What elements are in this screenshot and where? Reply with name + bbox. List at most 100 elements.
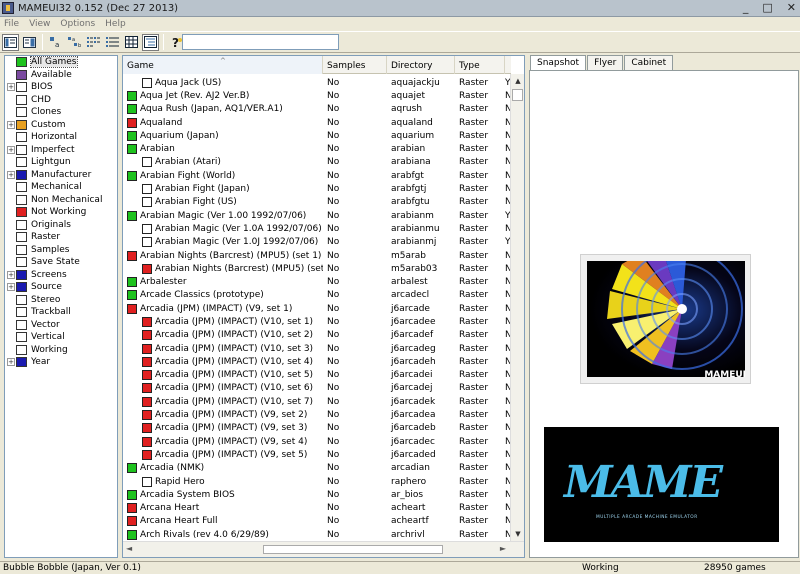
game-row[interactable]: Arabian (Atari) No arabiana Raster N [123, 156, 512, 169]
column-header-samples[interactable]: Samples [323, 56, 387, 74]
expand-icon[interactable]: + [7, 145, 15, 154]
game-directory: ar_bios [391, 489, 424, 500]
folder-item[interactable]: + Custom [5, 119, 117, 132]
scroll-up-arrow-icon[interactable]: ▲ [511, 74, 524, 88]
expand-icon[interactable]: + [7, 83, 15, 92]
folder-item[interactable]: + Imperfect [5, 144, 117, 157]
folder-item[interactable]: CHD [5, 94, 117, 107]
game-row[interactable]: Aqualand No aqualand Raster N [123, 116, 512, 129]
scroll-down-arrow-icon[interactable]: ▼ [511, 527, 524, 541]
game-row[interactable]: Arcadia (JPM) (IMPACT) (V9, set 2) No j6ar… [123, 408, 512, 421]
folder-item[interactable]: Trackball [5, 306, 117, 319]
maximize-button[interactable]: □ [762, 1, 772, 14]
small-icons-button[interactable]: ab [66, 34, 83, 51]
minimize-button[interactable]: _ [743, 1, 749, 14]
folder-item[interactable]: Working [5, 344, 117, 357]
folder-item[interactable]: Raster [5, 231, 117, 244]
folder-list-toggle-button[interactable] [2, 33, 19, 51]
folder-tree[interactable]: All Games Available + BIOS CHD Clones + Custom H… [4, 55, 118, 558]
details-view-button[interactable] [104, 34, 121, 51]
game-row[interactable]: Arabian Nights (Barcrest) (MPU5) (set 2)… [123, 262, 512, 275]
game-row[interactable]: Arcadia (JPM) (IMPACT) (V10, set 3) No j6a… [123, 342, 512, 355]
game-row[interactable]: Arcade Classics (prototype) No arcadecl Ras… [123, 289, 512, 302]
vertical-scrollbar[interactable]: ▲ ▼ [510, 74, 524, 541]
large-icons-button[interactable]: a [47, 34, 64, 51]
game-row[interactable]: Arcadia (JPM) (IMPACT) (V10, set 5) No j6a… [123, 369, 512, 382]
tab-flyer[interactable]: Flyer [587, 55, 624, 70]
game-row[interactable]: Arabian Fight (Japan) No arabfgtj Raster N [123, 182, 512, 195]
menu-help[interactable]: Help [105, 19, 126, 29]
expand-icon[interactable]: + [7, 358, 15, 367]
close-button[interactable]: ✕ [787, 1, 796, 14]
game-row[interactable]: Arcadia (JPM) (IMPACT) (V10, set 1) No j6a… [123, 315, 512, 328]
expand-icon[interactable]: + [7, 170, 15, 179]
folder-item[interactable]: + Year [5, 356, 117, 369]
folder-item[interactable]: Available [5, 69, 117, 82]
game-row[interactable]: Rapid Hero No raphero Raster N [123, 475, 512, 488]
game-row[interactable]: Arcadia (JPM) (IMPACT) (V10, set 2) No j6a… [123, 329, 512, 342]
scroll-right-arrow-icon[interactable]: ► [500, 544, 506, 553]
grid-view-button[interactable] [123, 34, 140, 51]
column-header-directory[interactable]: Directory [387, 56, 455, 74]
game-row[interactable]: Arcadia System BIOS No ar_bios Raster N [123, 488, 512, 501]
game-list[interactable]: Game Samples Directory Type ^ Aqua Jack … [122, 55, 525, 558]
folder-item[interactable]: Originals [5, 219, 117, 232]
search-input[interactable] [182, 34, 339, 50]
game-row[interactable]: Arcadia (JPM) (IMPACT) (V10, set 6) No j6a… [123, 382, 512, 395]
game-row[interactable]: Arabian Magic (Ver 1.00 1992/07/06) No ara… [123, 209, 511, 222]
horizontal-scrollbar[interactable]: ◄ ► [123, 541, 524, 557]
folder-item[interactable]: + Manufacturer [5, 169, 117, 182]
folder-item[interactable]: Samples [5, 244, 117, 257]
menu-view[interactable]: View [29, 19, 50, 29]
expand-icon[interactable]: + [7, 283, 15, 292]
game-row[interactable]: Arcana Heart No acheart Raster N [123, 502, 512, 515]
tab-cabinet[interactable]: Cabinet [624, 55, 674, 70]
game-row[interactable]: Arabian Magic (Ver 1.0J 1992/07/06) No ara… [123, 236, 511, 249]
game-row[interactable]: Arcana Heart Full No acheartf Raster N [123, 515, 512, 528]
folder-item[interactable]: Mechanical [5, 181, 117, 194]
folder-item[interactable]: Save State [5, 256, 117, 269]
menu-file[interactable]: File [4, 19, 19, 29]
game-row[interactable]: Arcadia (JPM) (IMPACT) (V9, set 5) No j6ar… [123, 448, 512, 461]
folder-item[interactable]: + Screens [5, 269, 117, 282]
game-row[interactable]: Arcadia (JPM) (IMPACT) (V9, set 4) No j6ar… [123, 435, 512, 448]
column-header-type[interactable]: Type [455, 56, 505, 74]
game-row[interactable]: Arabian Fight (World) No arabfgt Raster N [123, 169, 512, 182]
game-row[interactable]: Arch Rivals (rev 4.0 6/29/89) No archrivl R… [123, 528, 512, 541]
game-row[interactable]: Arbalester No arbalest Raster N [123, 275, 512, 288]
folder-item[interactable]: Clones [5, 106, 117, 119]
folder-item[interactable]: Stereo [5, 294, 117, 307]
game-row[interactable]: Arcadia (JPM) (IMPACT) (V10, set 4) No j6a… [123, 355, 512, 368]
horizontal-scroll-thumb[interactable] [263, 545, 443, 554]
scroll-thumb[interactable] [512, 89, 523, 101]
game-row[interactable]: Aquarium (Japan) No aquarium Raster N [123, 129, 512, 142]
game-row[interactable]: Aqua Jack (US) No aquajackju Raster Y [123, 76, 511, 89]
game-row[interactable]: Arcadia (JPM) (IMPACT) (V10, set 7) No j6a… [123, 395, 512, 408]
menu-options[interactable]: Options [60, 19, 95, 29]
folder-item[interactable]: Horizontal [5, 131, 117, 144]
scroll-left-arrow-icon[interactable]: ◄ [126, 544, 132, 553]
folder-item[interactable]: Non Mechanical [5, 194, 117, 207]
game-row[interactable]: Arabian Fight (US) No arabfgtu Raster N [123, 196, 512, 209]
game-row[interactable]: Aqua Jet (Rev. AJ2 Ver.B) No aquajet Raster… [123, 89, 512, 102]
game-row[interactable]: Arcadia (JPM) (IMPACT) (V9, set 1) No j6ar… [123, 302, 512, 315]
folder-item[interactable]: Vector [5, 319, 117, 332]
expand-icon[interactable]: + [7, 270, 15, 279]
game-row[interactable]: Arabian Magic (Ver 1.0A 1992/07/06) No ara… [123, 222, 512, 235]
game-row[interactable]: Arabian No arabian Raster N [123, 142, 512, 155]
game-row[interactable]: Arcadia (NMK) No arcadian Raster N [123, 462, 512, 475]
folder-item[interactable]: All Games [5, 56, 117, 69]
grouped-view-button[interactable] [142, 33, 159, 51]
game-row[interactable]: Aqua Rush (Japan, AQ1/VER.A1) No aqrush Ras… [123, 103, 512, 116]
folder-item[interactable]: + Source [5, 281, 117, 294]
folder-item[interactable]: Lightgun [5, 156, 117, 169]
game-row[interactable]: Arabian Nights (Barcrest) (MPU5) (set 1)… [123, 249, 512, 262]
folder-item[interactable]: Vertical [5, 331, 117, 344]
list-view-button[interactable] [85, 34, 102, 51]
expand-icon[interactable]: + [7, 120, 15, 129]
tab-snapshot[interactable]: Snapshot [530, 55, 587, 71]
folder-item[interactable]: + BIOS [5, 81, 117, 94]
screenshot-toggle-button[interactable] [21, 34, 38, 51]
folder-item[interactable]: Not Working [5, 206, 117, 219]
game-row[interactable]: Arcadia (JPM) (IMPACT) (V9, set 3) No j6ar… [123, 422, 512, 435]
